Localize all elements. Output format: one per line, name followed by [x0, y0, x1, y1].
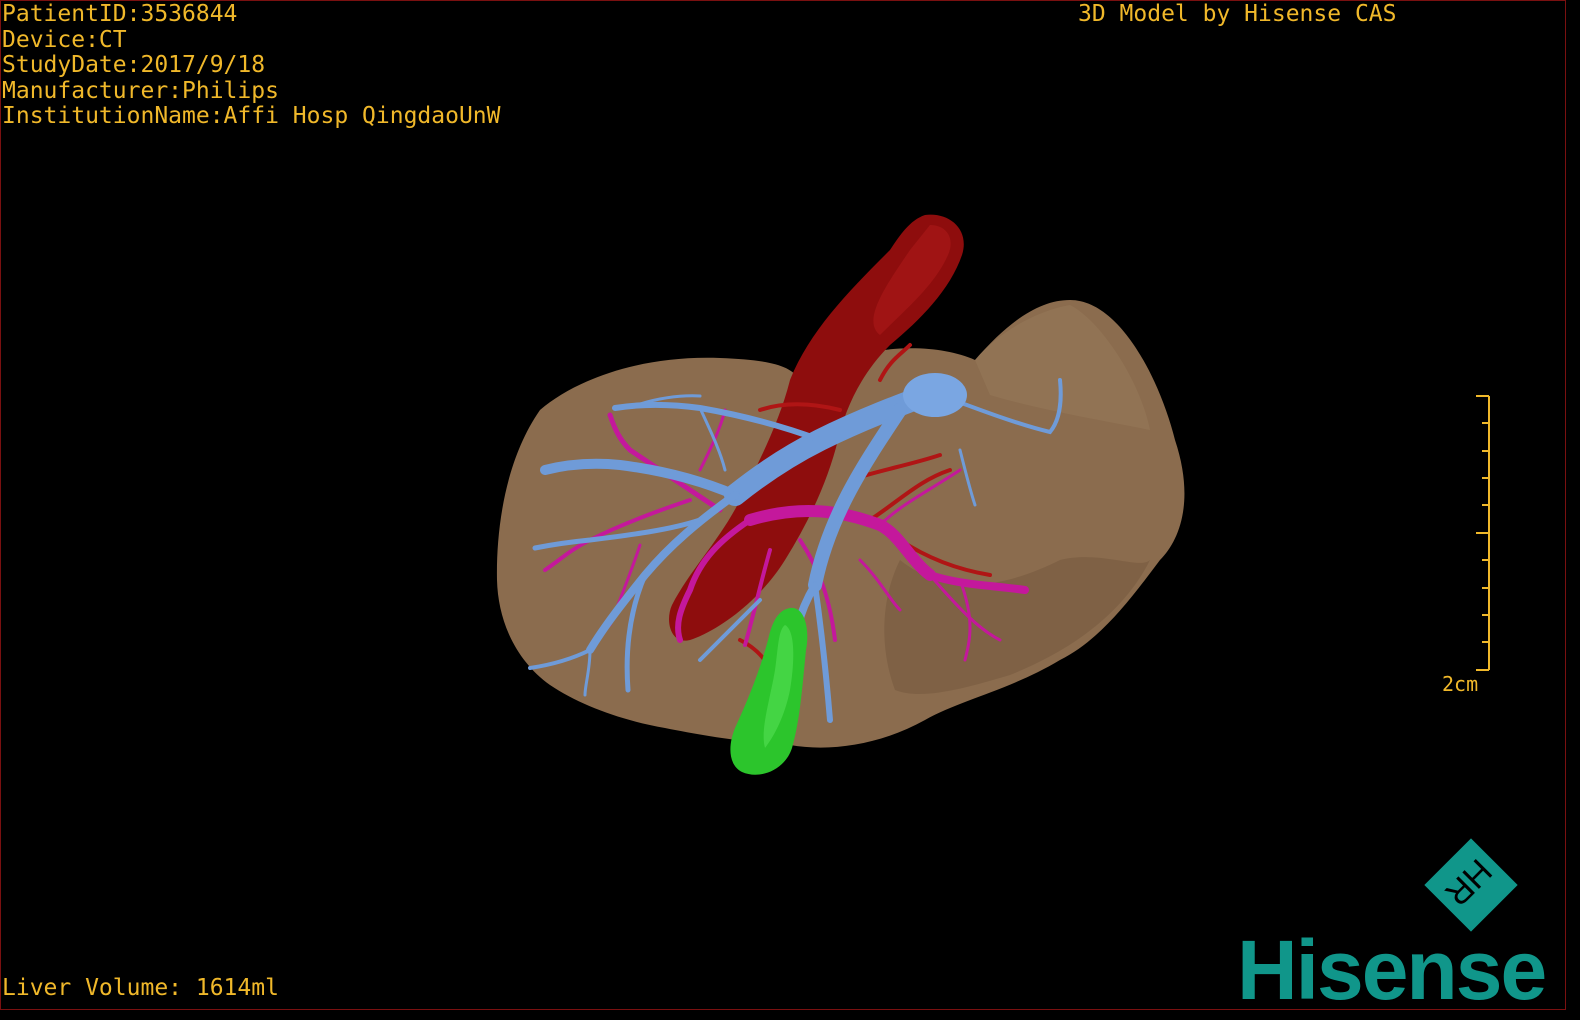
hisense-logo: Hisense [1237, 923, 1547, 1017]
scale-label: 2cm [1442, 672, 1479, 696]
scale-bar [1476, 395, 1490, 671]
scale-ruler [1476, 395, 1490, 671]
liver-volume: Liver Volume: 1614ml [2, 975, 279, 1001]
